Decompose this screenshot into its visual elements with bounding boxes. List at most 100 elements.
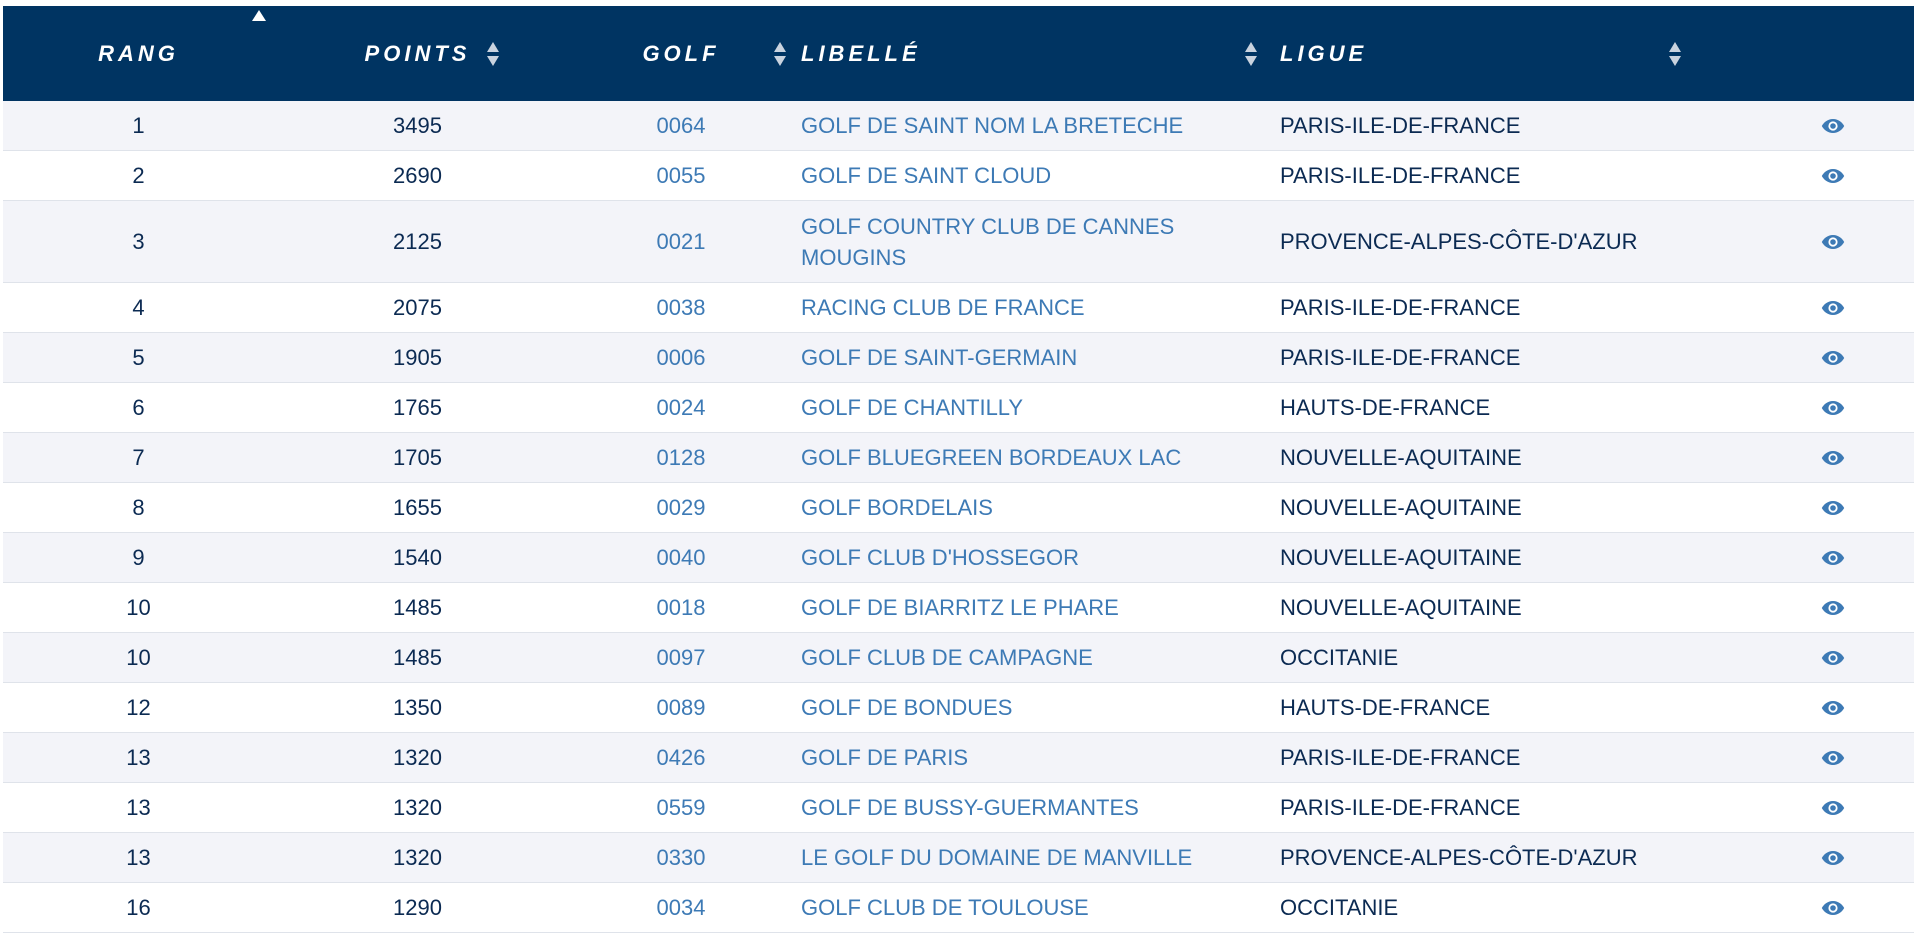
cell-ligue: HAUTS-DE-FRANCE: [1280, 695, 1491, 720]
cell-golf-link[interactable]: 0018: [561, 592, 801, 623]
cell-golf-link[interactable]: 0064: [561, 110, 801, 141]
cell-golf-link[interactable]: 0426: [561, 742, 801, 773]
cell-golf-link[interactable]: 0029: [561, 492, 801, 523]
cell-libelle-link[interactable]: GOLF DE SAINT NOM LA BRETECHE: [801, 110, 1280, 141]
eye-icon: [1821, 550, 1844, 565]
cell-ligue: PARIS-ILE-DE-FRANCE: [1280, 345, 1521, 370]
column-header-golf[interactable]: GOLF: [561, 6, 801, 101]
view-button[interactable]: [1751, 350, 1914, 366]
cell-rang: 3: [132, 229, 145, 254]
cell-golf-link[interactable]: 0006: [561, 342, 801, 373]
cell-rang: 5: [132, 345, 145, 370]
cell-rang: 8: [132, 495, 145, 520]
view-button[interactable]: [1751, 650, 1914, 666]
view-button[interactable]: [1751, 550, 1914, 566]
eye-icon: [1821, 850, 1844, 865]
cell-libelle-link[interactable]: GOLF CLUB D'HOSSEGOR: [801, 542, 1280, 573]
cell-golf-link[interactable]: 0089: [561, 692, 801, 723]
column-header-actions: [1751, 6, 1914, 101]
column-header-ligue[interactable]: LIGUE: [1280, 6, 1751, 101]
cell-libelle-link[interactable]: GOLF BORDELAIS: [801, 492, 1280, 523]
cell-rang: 4: [132, 295, 145, 320]
view-button[interactable]: [1751, 168, 1914, 184]
view-button[interactable]: [1751, 850, 1914, 866]
cell-golf-link[interactable]: 0330: [561, 842, 801, 873]
cell-golf-link[interactable]: 0034: [561, 892, 801, 923]
cell-golf-link[interactable]: 0559: [561, 792, 801, 823]
cell-libelle-link[interactable]: LE GOLF DU DOMAINE DE MANVILLE: [801, 842, 1280, 873]
cell-libelle-link[interactable]: GOLF DE CHANTILLY: [801, 392, 1280, 423]
cell-libelle-link[interactable]: GOLF CLUB DE TOULOUSE: [801, 892, 1280, 923]
view-button[interactable]: [1751, 118, 1914, 134]
eye-icon: [1821, 450, 1844, 465]
cell-rang: 16: [126, 895, 151, 920]
cell-libelle-link[interactable]: GOLF DE SAINT-GERMAIN: [801, 342, 1280, 373]
cell-points: 3495: [393, 113, 442, 138]
cell-points: 1485: [393, 595, 442, 620]
cell-golf-link[interactable]: 0040: [561, 542, 801, 573]
cell-points: 1290: [393, 895, 442, 920]
column-header-rang[interactable]: RANG: [3, 6, 274, 101]
eye-icon: [1821, 500, 1844, 515]
view-button[interactable]: [1751, 450, 1914, 466]
view-button[interactable]: [1751, 400, 1914, 416]
column-header-libelle[interactable]: LIBELLÉ: [801, 6, 1280, 101]
table-row: 3 2125 0021 GOLF COUNTRY CLUB DE CANNES …: [3, 201, 1914, 283]
sort-both-icon[interactable]: [486, 40, 500, 68]
table-row: 13 1320 0426 GOLF DE PARIS PARIS-ILE-DE-…: [3, 733, 1914, 783]
cell-ligue: NOUVELLE-AQUITAINE: [1280, 495, 1522, 520]
cell-points: 2690: [393, 163, 442, 188]
cell-ligue: OCCITANIE: [1280, 895, 1399, 920]
cell-golf-link[interactable]: 0021: [561, 226, 801, 257]
cell-golf-link[interactable]: 0128: [561, 442, 801, 473]
cell-golf-link[interactable]: 0038: [561, 292, 801, 323]
cell-ligue: PARIS-ILE-DE-FRANCE: [1280, 295, 1521, 320]
view-button[interactable]: [1751, 300, 1914, 316]
sort-both-icon[interactable]: [1668, 40, 1682, 68]
cell-golf-link[interactable]: 0097: [561, 642, 801, 673]
cell-libelle-link[interactable]: GOLF CLUB DE CAMPAGNE: [801, 642, 1280, 673]
cell-rang: 13: [126, 745, 151, 770]
cell-points: 1485: [393, 645, 442, 670]
cell-ligue: NOUVELLE-AQUITAINE: [1280, 445, 1522, 470]
cell-points: 2125: [393, 229, 442, 254]
column-header-ligue-label: LIGUE: [1280, 40, 1368, 66]
cell-ligue: HAUTS-DE-FRANCE: [1280, 395, 1491, 420]
column-header-libelle-label: LIBELLÉ: [801, 40, 921, 66]
table-row: 1 3495 0064 GOLF DE SAINT NOM LA BRETECH…: [3, 101, 1914, 151]
cell-points: 2075: [393, 295, 442, 320]
cell-rang: 12: [126, 695, 151, 720]
cell-libelle-link[interactable]: GOLF BLUEGREEN BORDEAUX LAC: [801, 442, 1280, 473]
cell-points: 1320: [393, 845, 442, 870]
eye-icon: [1821, 750, 1844, 765]
eye-icon: [1821, 900, 1844, 915]
cell-golf-link[interactable]: 0024: [561, 392, 801, 423]
table-row: 2 2690 0055 GOLF DE SAINT CLOUD PARIS-IL…: [3, 151, 1914, 201]
view-button[interactable]: [1751, 900, 1914, 916]
view-button[interactable]: [1751, 700, 1914, 716]
sort-both-icon[interactable]: [773, 40, 787, 68]
cell-rang: 6: [132, 395, 145, 420]
view-button[interactable]: [1751, 500, 1914, 516]
cell-libelle-link[interactable]: GOLF DE BONDUES: [801, 692, 1280, 723]
cell-rang: 2: [132, 163, 145, 188]
view-button[interactable]: [1751, 234, 1914, 250]
view-button[interactable]: [1751, 800, 1914, 816]
column-header-points[interactable]: POINTS: [274, 6, 561, 101]
cell-libelle-link[interactable]: GOLF DE PARIS: [801, 742, 1280, 773]
cell-points: 1905: [393, 345, 442, 370]
cell-points: 1320: [393, 745, 442, 770]
view-button[interactable]: [1751, 600, 1914, 616]
cell-golf-link[interactable]: 0055: [561, 160, 801, 191]
cell-libelle-link[interactable]: GOLF DE SAINT CLOUD: [801, 160, 1280, 191]
eye-icon: [1821, 118, 1844, 133]
table-row: 6 1765 0024 GOLF DE CHANTILLY HAUTS-DE-F…: [3, 383, 1914, 433]
column-header-points-label: POINTS: [364, 40, 471, 66]
table-row: 10 1485 0097 GOLF CLUB DE CAMPAGNE OCCIT…: [3, 633, 1914, 683]
cell-libelle-link[interactable]: GOLF DE BUSSY-GUERMANTES: [801, 792, 1280, 823]
cell-libelle-link[interactable]: GOLF COUNTRY CLUB DE CANNES MOUGINS: [801, 211, 1280, 273]
cell-libelle-link[interactable]: GOLF DE BIARRITZ LE PHARE: [801, 592, 1280, 623]
view-button[interactable]: [1751, 750, 1914, 766]
sort-both-icon[interactable]: [1244, 40, 1258, 68]
cell-libelle-link[interactable]: RACING CLUB DE FRANCE: [801, 292, 1280, 323]
